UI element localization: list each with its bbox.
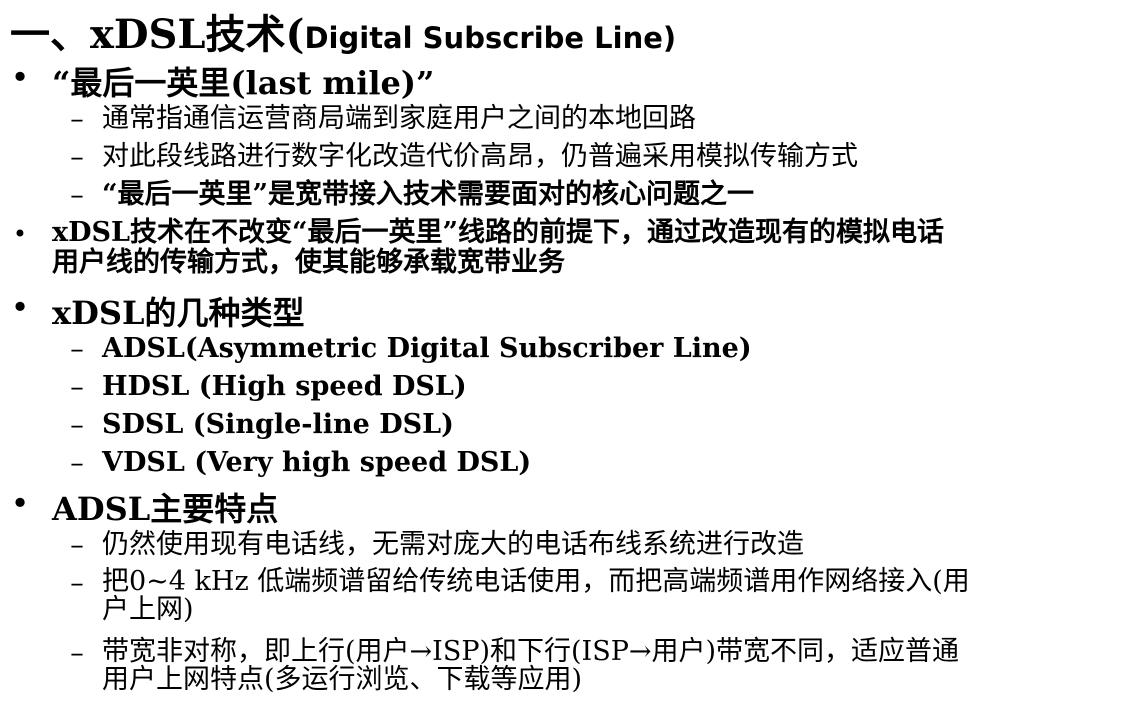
sub-item-text-line: 把0~4 kHz 低端频谱留给传统电话使用，而把高端频谱用作网络接入(用 [102, 566, 970, 597]
sub-item-text: 仍然使用现有电话线，无需对庞大的电话布线系统进行改造 [102, 530, 804, 560]
sub-item-text-line: 用户上网特点(多运行浏览、下载等应用) [102, 664, 583, 695]
sub-item-text: 通常指通信运营商局端到家庭用户之间的本地回路 [102, 103, 696, 134]
dash-marker: – [70, 448, 84, 479]
bullet-marker: • [10, 484, 30, 522]
bullet-text: xDSL的几种类型 [52, 294, 305, 332]
dash-marker: – [70, 104, 84, 135]
dash-marker: – [70, 568, 84, 599]
slide-title: 一、xDSL技术(Digital Subscribe Line) [10, 2, 677, 58]
sub-item-text-line: 仍然使用现有电话线，无需对庞大的电话布线系统进行改造 [102, 529, 804, 560]
dash-marker: – [70, 334, 84, 365]
sub-item-text: ADSL(Asymmetric Digital Subscriber Line) [102, 333, 752, 364]
slide: 一、xDSL技术(Digital Subscribe Line) • “最后一英… [0, 0, 1131, 704]
sub-item-text: VDSL (Very high speed DSL) [102, 447, 532, 478]
bullet-text-line: 用户线的传输方式，使其能够承载宽带业务 [52, 247, 565, 278]
dash-marker: – [70, 410, 84, 441]
sub-item-text-line: 带宽非对称，即上行(用户→ISP)和下行(ISP→用户)带宽不同，适应普通 [102, 636, 960, 667]
sub-item-text: 对此段线路进行数字化改造代价高昂，仍普遍采用模拟传输方式 [102, 141, 858, 172]
dash-marker: – [70, 142, 84, 173]
sub-item-text: 带宽非对称，即上行(用户→ISP)和下行(ISP→用户)带宽不同，适应普通 用户… [102, 638, 959, 694]
dash-marker: – [70, 372, 84, 403]
slide-title-parenthetical: Digital Subscribe Line) [304, 21, 677, 55]
bullet-marker: • [10, 288, 30, 326]
bullet-text: “最后一英里(last mile)” [52, 64, 435, 102]
bullet-text-line: xDSL技术在不改变“最后一英里”线路的前提下，通过改造现有的模拟电话 [52, 217, 945, 248]
slide-title-main: 一、xDSL技术( [10, 11, 305, 58]
bullet-marker: • [12, 220, 28, 248]
bullet-text: ADSL主要特点 [52, 490, 279, 528]
bullet-marker: • [10, 58, 30, 96]
sub-item-text: HDSL (High speed DSL) [102, 371, 467, 402]
bullet-text: xDSL技术在不改变“最后一英里”线路的前提下，通过改造现有的模拟电话 用户线的… [52, 218, 944, 278]
sub-item-text: “最后一英里”是宽带接入技术需要面对的核心问题之一 [102, 179, 755, 210]
dash-marker: – [70, 530, 84, 561]
sub-item-text-line: 户上网) [102, 594, 194, 625]
sub-item-text: SDSL (Single-line DSL) [102, 409, 454, 440]
dash-marker: – [70, 180, 84, 211]
sub-item-text: 把0~4 kHz 低端频谱留给传统电话使用，而把高端频谱用作网络接入(用 户上网… [102, 568, 970, 624]
dash-marker: – [70, 638, 84, 669]
